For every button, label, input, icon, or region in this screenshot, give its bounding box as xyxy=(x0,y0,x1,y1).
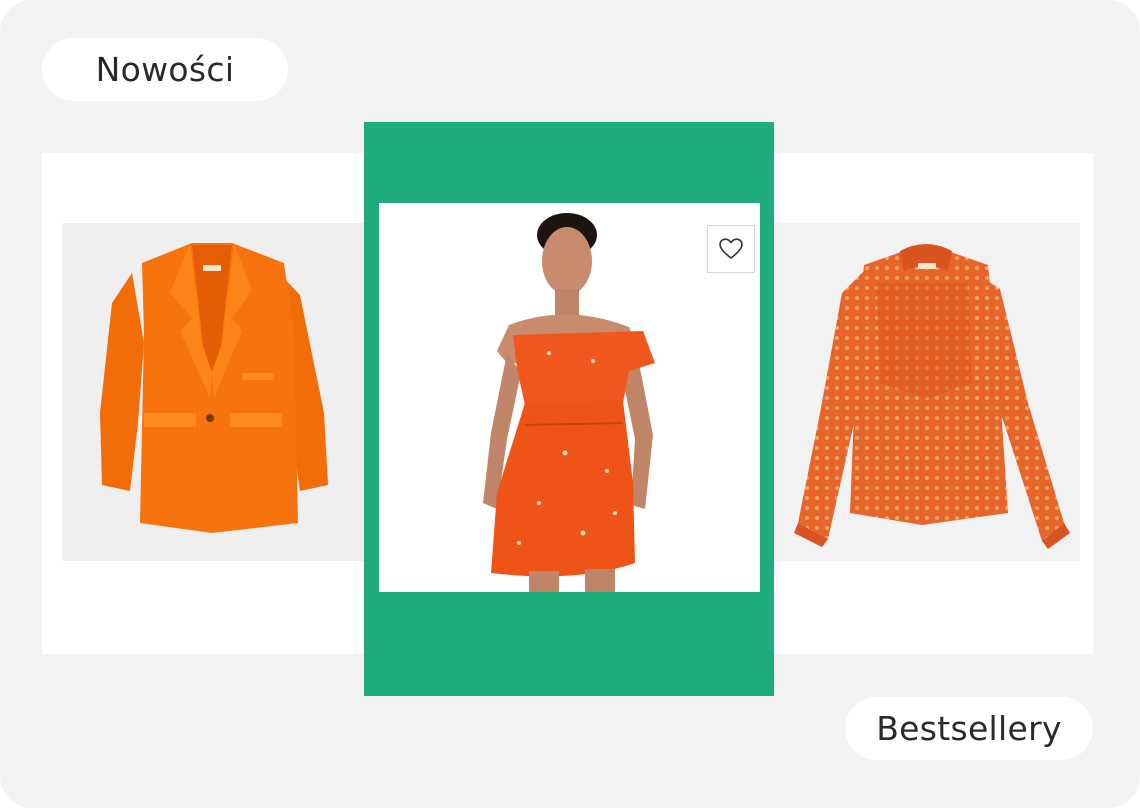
promo-frame: Nowości Bestsellery xyxy=(0,0,1140,808)
blouse-image xyxy=(794,244,1070,549)
favorite-button[interactable] xyxy=(707,225,755,273)
bestsellers-text: Bestsellery xyxy=(876,709,1062,748)
product-card-blouse[interactable] xyxy=(772,223,1080,561)
new-arrivals-text: Nowości xyxy=(95,50,235,89)
heart-icon xyxy=(719,238,743,259)
product-card-blazer[interactable] xyxy=(62,223,367,561)
blazer-image xyxy=(100,243,328,533)
bestsellers-label[interactable]: Bestsellery xyxy=(845,697,1093,760)
new-arrivals-label[interactable]: Nowości xyxy=(42,38,288,101)
product-card-dress[interactable] xyxy=(379,203,760,592)
dress-image xyxy=(483,213,655,592)
